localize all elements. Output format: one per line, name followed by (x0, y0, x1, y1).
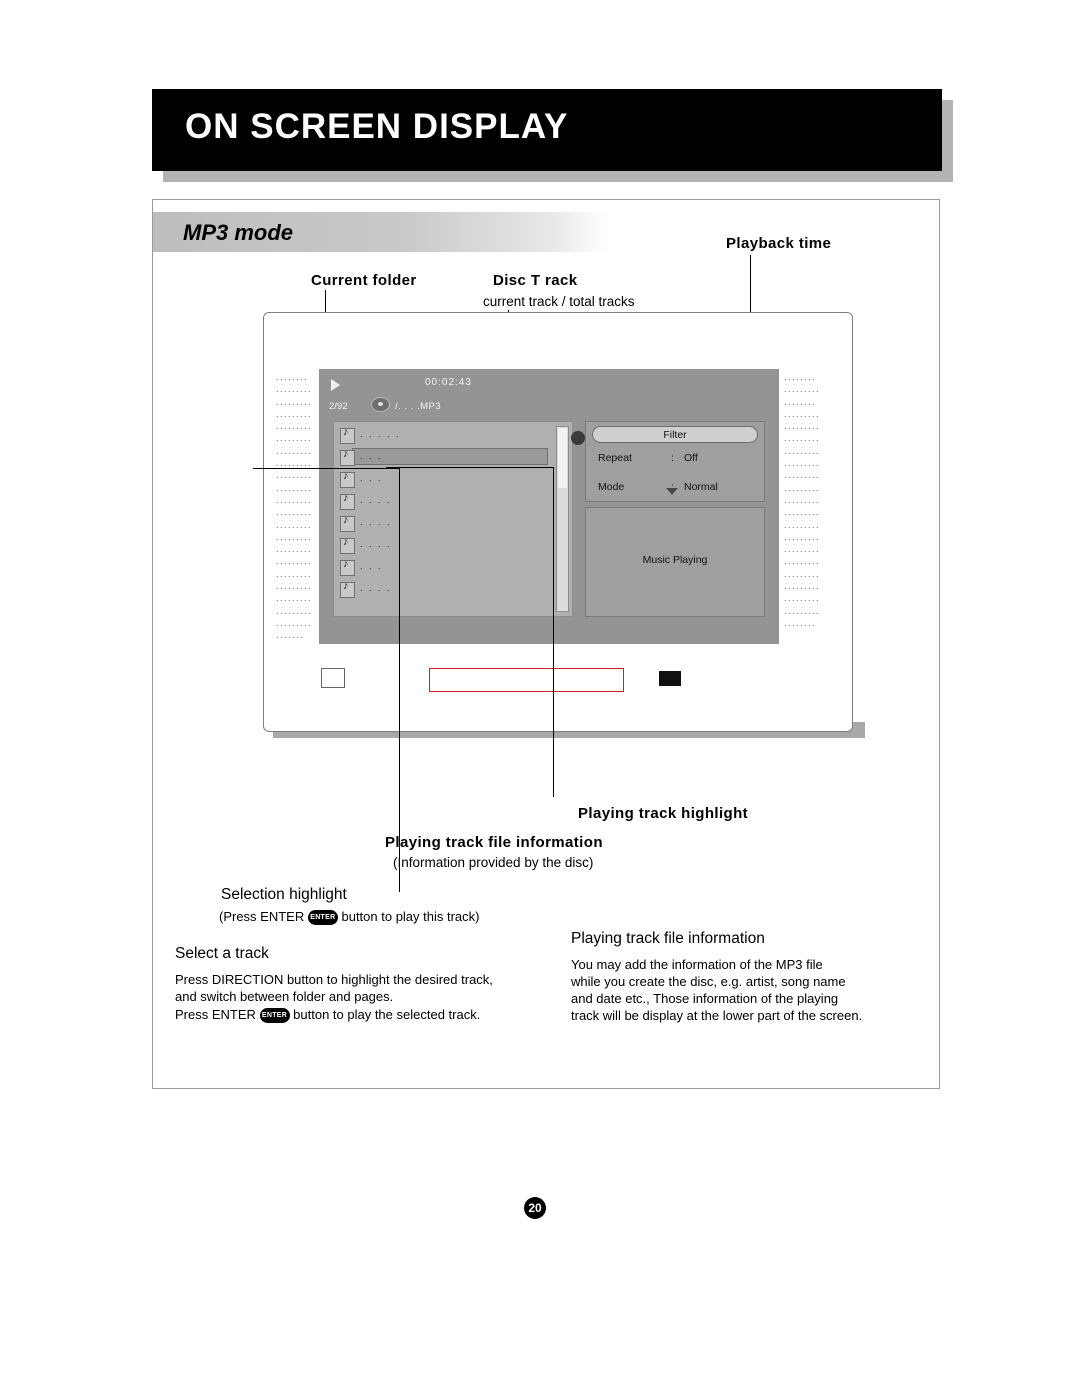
callout-disc-track: Disc T rack (493, 272, 578, 289)
filter-box: Filter Repeat : Off Mode : Normal (585, 421, 765, 502)
music-note-icon (340, 426, 355, 444)
leader-line-file-info-h (253, 468, 400, 469)
list-item-label: . . . (360, 451, 383, 461)
list-item-label: . . . (360, 561, 383, 571)
osd-screen: 00:02:43 2/92 /. . . .MP3 . . . . . . . … (319, 369, 779, 644)
select-track-line3: Press ENTER ENTER button to play the sel… (175, 1007, 481, 1024)
screen-dots-right: ........ ......... ........ ......... ..… (784, 372, 821, 628)
screen-dots-left: ........ ......... ......... ......... .… (276, 372, 313, 641)
music-playing-label: Music Playing (642, 554, 708, 566)
device-button-left[interactable] (321, 668, 345, 688)
selection-highlight-heading: Selection highlight (221, 886, 347, 903)
selection-highlight-note-pre: (Press ENTER (219, 909, 305, 924)
repeat-label: Repeat (598, 452, 632, 464)
page-number: 20 (524, 1197, 546, 1219)
music-note-icon (340, 470, 355, 488)
list-item[interactable]: . . . . (340, 580, 552, 599)
leader-line-playing-highlight (553, 467, 554, 797)
section-ribbon: MP3 mode (153, 212, 608, 252)
music-note-icon (340, 514, 355, 532)
music-playing-box: Music Playing (585, 507, 765, 617)
playing-info-line1: You may add the information of the MP3 f… (571, 957, 823, 972)
music-note-icon (340, 580, 355, 598)
play-icon (331, 379, 340, 391)
chevron-down-icon[interactable] (666, 488, 678, 495)
repeat-separator: : (671, 452, 674, 464)
music-note-icon (340, 536, 355, 554)
header-banner: ON SCREEN DISPLAY (152, 89, 942, 171)
mode-label: Mode (598, 481, 625, 493)
list-item-label: . . . (360, 473, 383, 483)
select-track-line2: and switch between folder and pages. (175, 989, 394, 1004)
selection-highlight-note-post: button to play this track) (341, 909, 480, 924)
list-item-label: . . . . (360, 583, 392, 593)
list-item[interactable]: . . . (340, 448, 552, 467)
list-item[interactable]: . . . (340, 558, 552, 577)
filter-button[interactable]: Filter (592, 426, 758, 443)
enter-key-icon[interactable]: ENTER (259, 1008, 290, 1024)
select-track-heading: Select a track (175, 945, 269, 962)
mode-value[interactable]: Normal (684, 481, 718, 493)
music-note-icon (340, 558, 355, 576)
list-item[interactable]: . . . . (340, 536, 552, 555)
callout-playing-track-file-information: Playing track file information (385, 834, 603, 851)
device-button-right[interactable] (659, 671, 681, 686)
leader-line-file-info (399, 468, 400, 892)
scrollbar-thumb[interactable] (558, 428, 567, 488)
select-track-line1: Press DIRECTION button to highlight the … (175, 972, 493, 987)
scroll-knob-icon[interactable] (571, 431, 585, 445)
callout-current-folder: Current folder (311, 272, 417, 289)
player-device-illustration: ........ ......... ......... ......... .… (263, 312, 853, 732)
list-item-label: . . . . (360, 539, 392, 549)
track-list-scrollbar[interactable] (556, 426, 569, 612)
select-track-line3-pre: Press ENTER (175, 1007, 256, 1022)
playing-info-line3: and date etc., Those information of the … (571, 991, 839, 1006)
list-item-label: . . . . (360, 517, 392, 527)
list-item-label: . . . . . (360, 429, 401, 439)
page-title: ON SCREEN DISPLAY (185, 107, 569, 146)
playing-info-heading: Playing track file information (571, 930, 765, 947)
playback-time-value: 00:02:43 (425, 377, 472, 388)
list-item[interactable]: . . . (340, 470, 552, 489)
filter-label: Filter (663, 429, 687, 441)
playing-info-line2: while you create the disc, e.g. artist, … (571, 974, 846, 989)
disc-icon (371, 397, 390, 412)
list-item-label: . . . . (360, 495, 392, 505)
callout-playing-track-file-information-sub: (Information provided by the disc) (393, 855, 594, 870)
content-frame: MP3 mode Playback time Current folder Di… (152, 199, 940, 1089)
enter-key-icon[interactable]: ENTER (307, 910, 338, 926)
track-list-panel[interactable]: . . . . . . . . . . . . . . . . . . . (333, 421, 573, 617)
list-item[interactable]: . . . . . (340, 426, 552, 445)
callout-playback-time: Playback time (726, 235, 832, 252)
list-item[interactable]: . . . . (340, 492, 552, 511)
select-track-line3-post: button to play the selected track. (293, 1007, 481, 1022)
device-display-strip (429, 668, 624, 692)
list-item[interactable]: . . . . (340, 514, 552, 533)
callout-disc-track-sub: current track / total tracks (483, 294, 635, 309)
callout-playing-track-highlight: Playing track highlight (578, 805, 749, 822)
osd-status-row: 00:02:43 2/92 /. . . .MP3 (329, 377, 769, 421)
current-folder-path: /. . . .MP3 (395, 401, 442, 412)
music-note-icon (340, 492, 355, 510)
repeat-value[interactable]: Off (684, 452, 698, 464)
section-title: MP3 mode (183, 220, 294, 245)
osd-info-panel: Filter Repeat : Off Mode : Normal Music … (585, 421, 765, 617)
leader-line-playing-highlight-h (386, 467, 554, 468)
music-note-icon (340, 448, 355, 466)
playing-info-line4: track will be display at the lower part … (571, 1008, 863, 1023)
selection-highlight-note: (Press ENTER ENTER button to play this t… (219, 909, 480, 926)
track-counter-value: 2/92 (329, 401, 348, 412)
